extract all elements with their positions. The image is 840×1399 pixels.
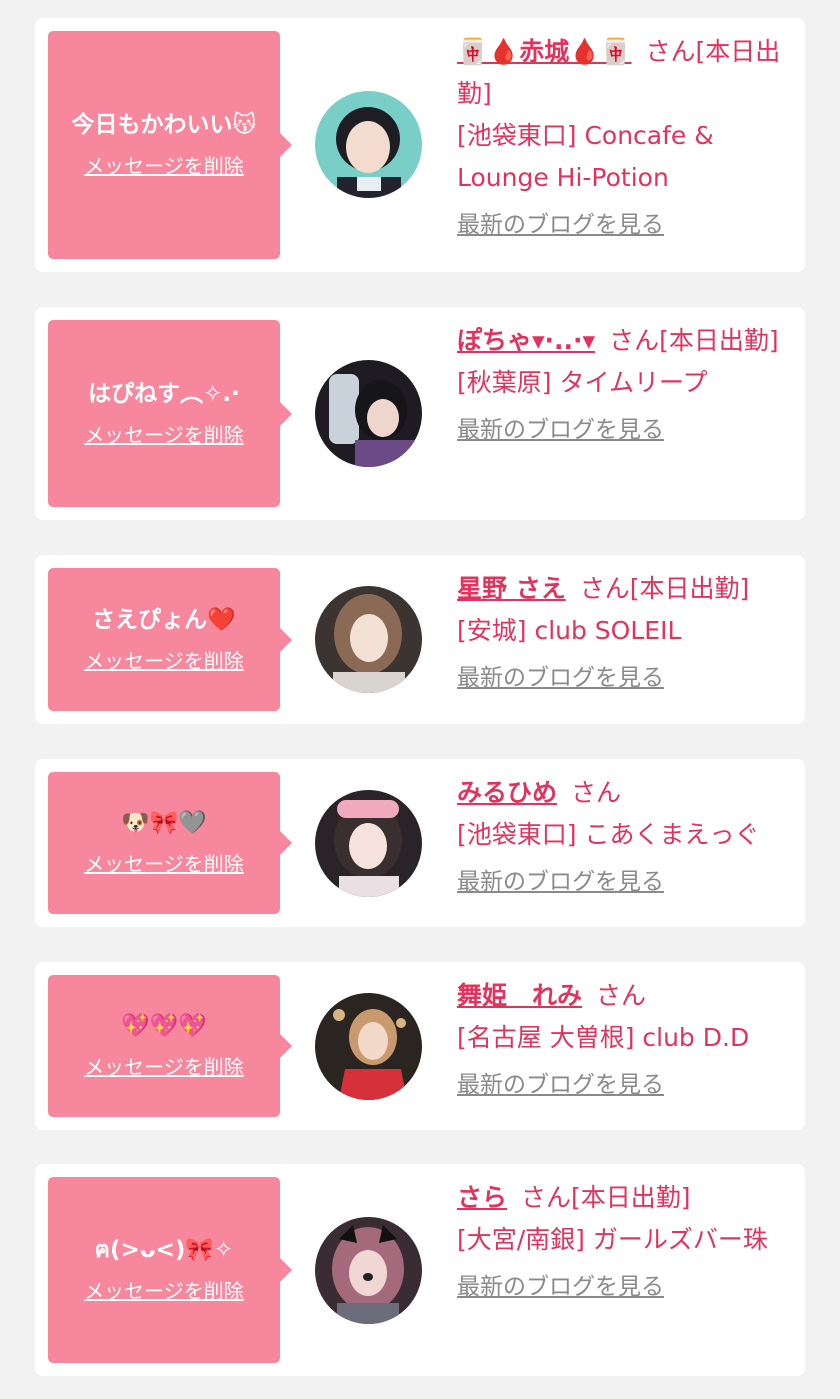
delete-message-link[interactable]: メッセージを削除	[84, 647, 244, 675]
cast-name-link[interactable]: ぽちゃ▾·..·▾	[457, 326, 595, 355]
latest-blog-link[interactable]: 最新のブログを見る	[457, 410, 792, 450]
avatar[interactable]	[315, 1217, 422, 1324]
avatar[interactable]	[315, 91, 422, 198]
cast-info: 🀄🩸赤城🩸🀄 さん[本日出勤] [池袋東口] Concafe & Lounge H…	[457, 31, 792, 245]
message-text: 🐶🎀🩶	[121, 810, 207, 836]
delete-message-link[interactable]: メッセージを削除	[84, 1277, 244, 1305]
avatar[interactable]	[315, 993, 422, 1100]
cast-info: さら さん[本日出勤] [大宮/南銀] ガールズバー珠 最新のブログを見る	[457, 1177, 792, 1307]
delete-message-link[interactable]: メッセージを削除	[84, 1053, 244, 1081]
honorific: さん[本日出勤]	[521, 1183, 691, 1212]
cast-name-link[interactable]: 舞姫 れみ	[457, 981, 582, 1010]
honorific: さん	[596, 981, 647, 1010]
list-item: はぴねす︵✧.· メッセージを削除 ぽちゃ▾·..·▾ さん[本日出勤] [秋葉原…	[35, 307, 805, 520]
delete-message-link[interactable]: メッセージを削除	[84, 421, 244, 449]
shop-name: [秋葉原] タイムリープ	[457, 368, 708, 397]
shop-name: [池袋東口] Concafe & Lounge Hi-Potion	[457, 121, 714, 192]
latest-blog-link[interactable]: 最新のブログを見る	[457, 658, 792, 698]
message-bubble: ฅ(>ᴗ<)🎀✧ メッセージを削除	[48, 1177, 292, 1363]
cast-info: ぽちゃ▾·..·▾ さん[本日出勤] [秋葉原] タイムリープ 最新のブログを見る	[457, 320, 792, 450]
list-item: ฅ(>ᴗ<)🎀✧ メッセージを削除 さら さん[本日出勤] [大宮/南銀] ガール…	[35, 1164, 805, 1376]
list-item: 💖💖💖 メッセージを削除 舞姫 れみ さん [名古屋 大曽根] club D.D …	[35, 962, 805, 1130]
message-text: 💖💖💖	[121, 1013, 207, 1039]
message-bubble: 今日もかわいい😽 メッセージを削除	[48, 31, 292, 259]
latest-blog-link[interactable]: 最新のブログを見る	[457, 205, 792, 245]
cast-name-link[interactable]: 🀄🩸赤城🩸🀄	[457, 37, 632, 66]
message-text: さえぴょん❤️	[92, 606, 236, 633]
cast-info: 舞姫 れみ さん [名古屋 大曽根] club D.D 最新のブログを見る	[457, 975, 792, 1105]
avatar[interactable]	[315, 586, 422, 693]
shop-name: [名古屋 大曽根] club D.D	[457, 1023, 750, 1052]
message-list: 今日もかわいい😽 メッセージを削除 🀄🩸赤城🩸🀄 さん[本日出勤] [池袋東口] …	[0, 0, 840, 1399]
avatar[interactable]	[315, 360, 422, 467]
shop-name: [池袋東口] こあくまえっぐ	[457, 820, 760, 849]
delete-message-link[interactable]: メッセージを削除	[84, 850, 244, 878]
message-text: ฅ(>ᴗ<)🎀✧	[94, 1237, 234, 1263]
shop-name: [安城] club SOLEIL	[457, 616, 682, 645]
cast-name-link[interactable]: さら	[457, 1183, 507, 1212]
latest-blog-link[interactable]: 最新のブログを見る	[457, 862, 792, 902]
avatar[interactable]	[315, 790, 422, 897]
cast-name-link[interactable]: みるひめ	[457, 778, 557, 807]
message-bubble: はぴねす︵✧.· メッセージを削除	[48, 320, 292, 507]
message-bubble: 💖💖💖 メッセージを削除	[48, 975, 292, 1117]
delete-message-link[interactable]: メッセージを削除	[84, 152, 244, 180]
list-item: 今日もかわいい😽 メッセージを削除 🀄🩸赤城🩸🀄 さん[本日出勤] [池袋東口] …	[35, 18, 805, 272]
cast-name-link[interactable]: 星野 さえ	[457, 574, 566, 603]
shop-name: [大宮/南銀] ガールズバー珠	[457, 1225, 768, 1254]
honorific: さん[本日出勤]	[609, 326, 779, 355]
message-bubble: さえぴょん❤️ メッセージを削除	[48, 568, 292, 711]
cast-info: みるひめ さん [池袋東口] こあくまえっぐ 最新のブログを見る	[457, 772, 792, 902]
cast-info: 星野 さえ さん[本日出勤] [安城] club SOLEIL 最新のブログを見る	[457, 568, 792, 698]
latest-blog-link[interactable]: 最新のブログを見る	[457, 1065, 792, 1105]
list-item: さえぴょん❤️ メッセージを削除 星野 さえ さん[本日出勤] [安城] club…	[35, 555, 805, 724]
honorific: さん	[571, 778, 622, 807]
message-text: 今日もかわいい😽	[71, 112, 257, 138]
honorific: さん[本日出勤]	[579, 574, 750, 603]
message-text: はぴねす︵✧.·	[88, 380, 240, 407]
message-bubble: 🐶🎀🩶 メッセージを削除	[48, 772, 292, 914]
latest-blog-link[interactable]: 最新のブログを見る	[457, 1267, 792, 1307]
list-item: 🐶🎀🩶 メッセージを削除 みるひめ さん [池袋東口] こあくまえっぐ 最新のブロ…	[35, 759, 805, 927]
